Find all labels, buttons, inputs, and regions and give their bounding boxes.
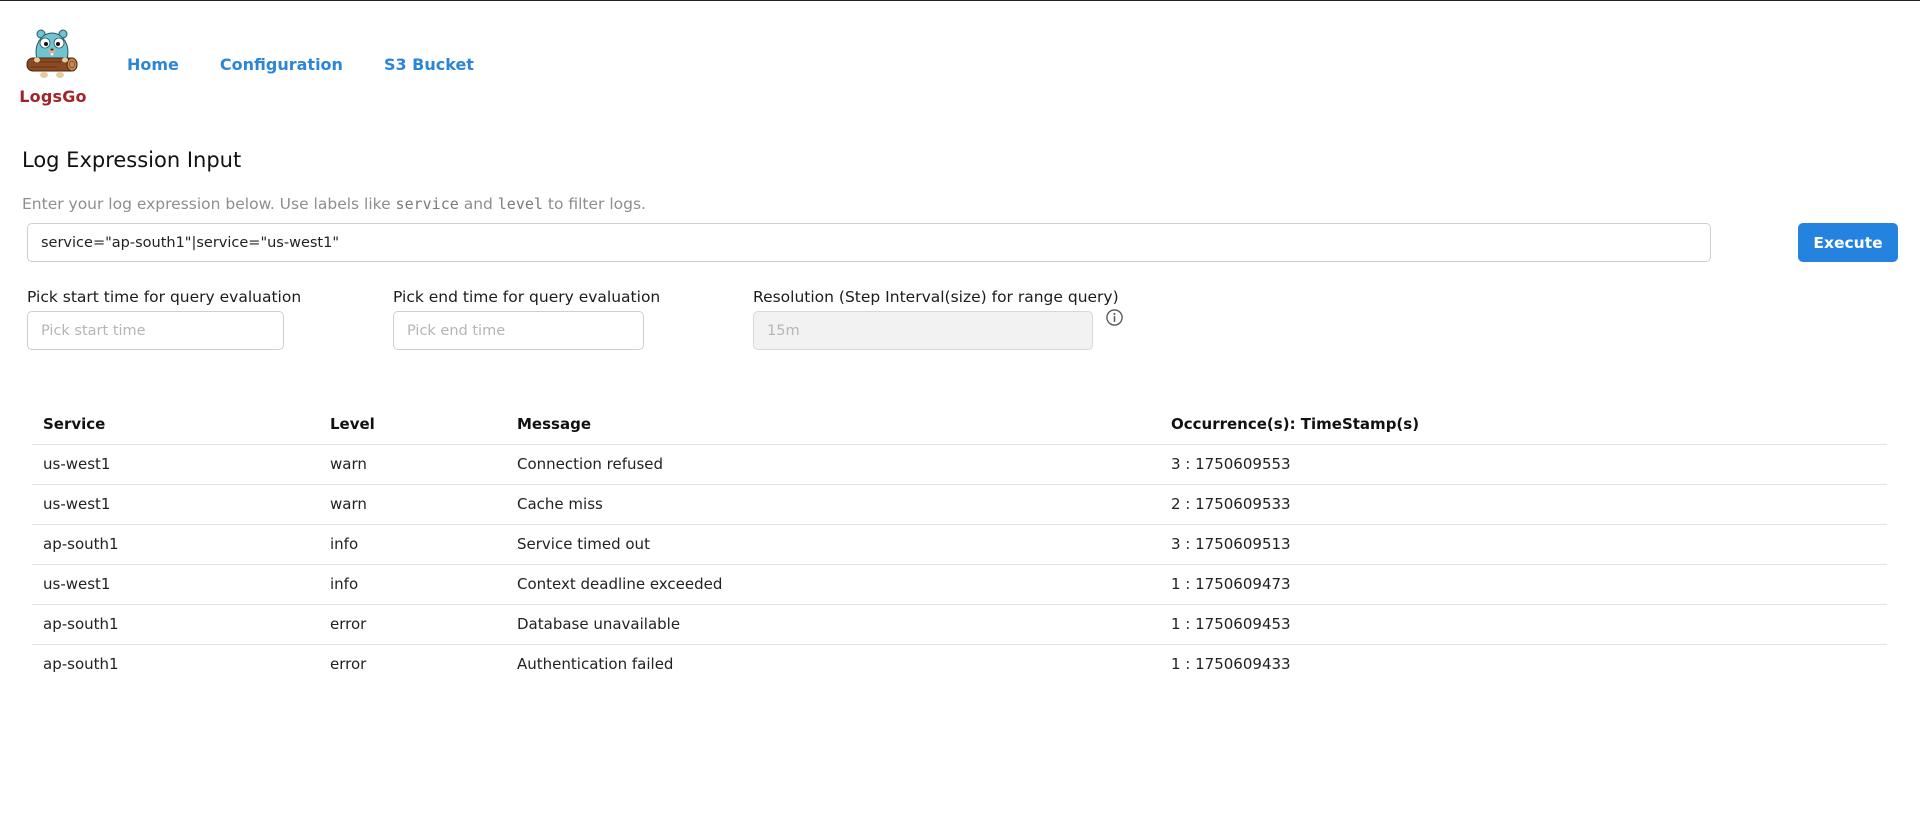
app-name: LogsGo <box>19 87 87 106</box>
cell-occurrences: 2 : 1750609533 <box>1160 484 1887 525</box>
cell-service: ap-south1 <box>32 524 319 565</box>
cell-message: Database unavailable <box>506 604 1160 645</box>
nav-home-link[interactable]: Home <box>127 55 179 74</box>
cell-service: ap-south1 <box>32 604 319 645</box>
start-time-label: Pick start time for query evaluation <box>27 288 302 306</box>
nav-configuration-link[interactable]: Configuration <box>220 55 343 74</box>
cell-service: us-west1 <box>32 484 319 525</box>
cell-level: error <box>319 604 506 645</box>
start-time-input[interactable] <box>27 311 284 350</box>
helper-text: Enter your log expression below. Use lab… <box>22 195 646 213</box>
gopher-holding-log-icon <box>26 29 78 78</box>
cell-occurrences: 1 : 1750609433 <box>1171 655 1291 674</box>
table-row: us-west1 warn Cache miss 2 : 1750609533 <box>32 484 1887 525</box>
table-row: us-west1 warn Connection refused 3 : 175… <box>32 444 1887 485</box>
log-expression-input[interactable] <box>27 223 1711 262</box>
cell-message: Cache miss <box>506 484 1160 525</box>
cell-level: error <box>330 655 367 674</box>
info-circle-icon[interactable] <box>1105 308 1124 327</box>
end-time-input[interactable] <box>393 311 644 350</box>
cell-occurrences: 3 : 1750609513 <box>1160 524 1887 565</box>
cell-service: us-west1 <box>32 444 319 485</box>
cell-message: Connection refused <box>506 444 1160 485</box>
helper-code-service: service <box>395 195 459 213</box>
table-row: ap-south1 error Authentication failed 1 … <box>32 644 1887 684</box>
cell-message: Authentication failed <box>517 655 674 674</box>
window-top-border <box>0 0 1920 1</box>
cell-occurrences: 1 : 1750609453 <box>1160 604 1887 645</box>
table-row: ap-south1 info Service timed out 3 : 175… <box>32 524 1887 565</box>
cell-service: ap-south1 <box>43 655 119 674</box>
cell-message: Context deadline exceeded <box>506 564 1160 605</box>
cell-level: info <box>319 524 506 565</box>
nav-s3-bucket-link[interactable]: S3 Bucket <box>384 55 474 74</box>
cell-level: warn <box>319 444 506 485</box>
column-header-service: Service <box>32 405 319 445</box>
table-row: us-west1 info Context deadline exceeded … <box>32 564 1887 605</box>
helper-code-level: level <box>497 195 543 213</box>
cell-occurrences: 3 : 1750609553 <box>1160 444 1887 485</box>
end-time-label: Pick end time for query evaluation <box>393 288 661 306</box>
cell-occurrences: 1 : 1750609473 <box>1160 564 1887 605</box>
cell-level: warn <box>319 484 506 525</box>
column-header-occurrences: Occurrence(s): TimeStamp(s) <box>1160 405 1887 445</box>
cell-level: info <box>319 564 506 605</box>
resolution-label: Resolution (Step Interval(size) for rang… <box>753 288 1119 306</box>
cell-message: Service timed out <box>506 524 1160 565</box>
page-title: Log Expression Input <box>22 148 242 172</box>
resolution-input <box>753 311 1093 350</box>
table-header-row: Service Level Message Occurrence(s): Tim… <box>32 405 1887 445</box>
logo[interactable]: LogsGo <box>19 28 87 106</box>
execute-button[interactable]: Execute <box>1798 223 1898 262</box>
top-nav: Home Configuration S3 Bucket <box>127 55 474 74</box>
helper-middle: and <box>458 195 498 213</box>
column-header-message: Message <box>506 405 1160 445</box>
logs-table: Service Level Message Occurrence(s): Tim… <box>32 405 1887 684</box>
helper-suffix: to filter logs. <box>542 195 646 213</box>
table-row: ap-south1 error Database unavailable 1 :… <box>32 604 1887 645</box>
column-header-level: Level <box>319 405 506 445</box>
helper-prefix: Enter your log expression below. Use lab… <box>22 195 396 213</box>
cell-service: us-west1 <box>32 564 319 605</box>
